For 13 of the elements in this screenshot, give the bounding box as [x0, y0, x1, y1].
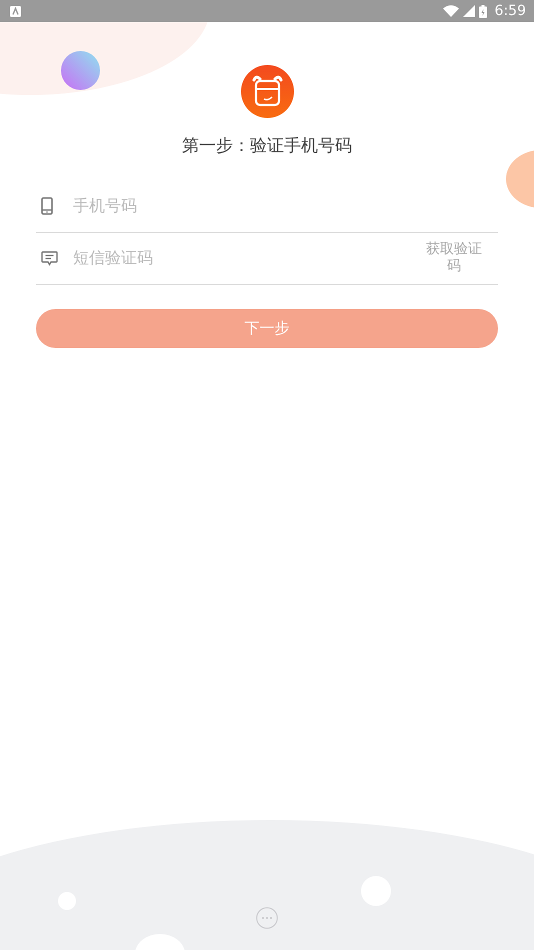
battery-icon: [478, 4, 487, 18]
code-field[interactable]: 短信验证码: [71, 245, 424, 271]
clock-time: 6:59: [494, 2, 526, 20]
message-icon: [41, 250, 58, 266]
wifi-icon: [442, 5, 459, 17]
more-icon[interactable]: [256, 907, 278, 929]
phone-icon: [41, 197, 53, 215]
notification-icon: [10, 6, 21, 16]
phone-field[interactable]: 手机号码: [71, 193, 498, 219]
signal-icon: [462, 5, 475, 17]
page-title: 第一步：验证手机号码: [182, 136, 352, 156]
app-logo: [240, 65, 294, 118]
get-code-button[interactable]: 获取验证码: [424, 240, 484, 276]
